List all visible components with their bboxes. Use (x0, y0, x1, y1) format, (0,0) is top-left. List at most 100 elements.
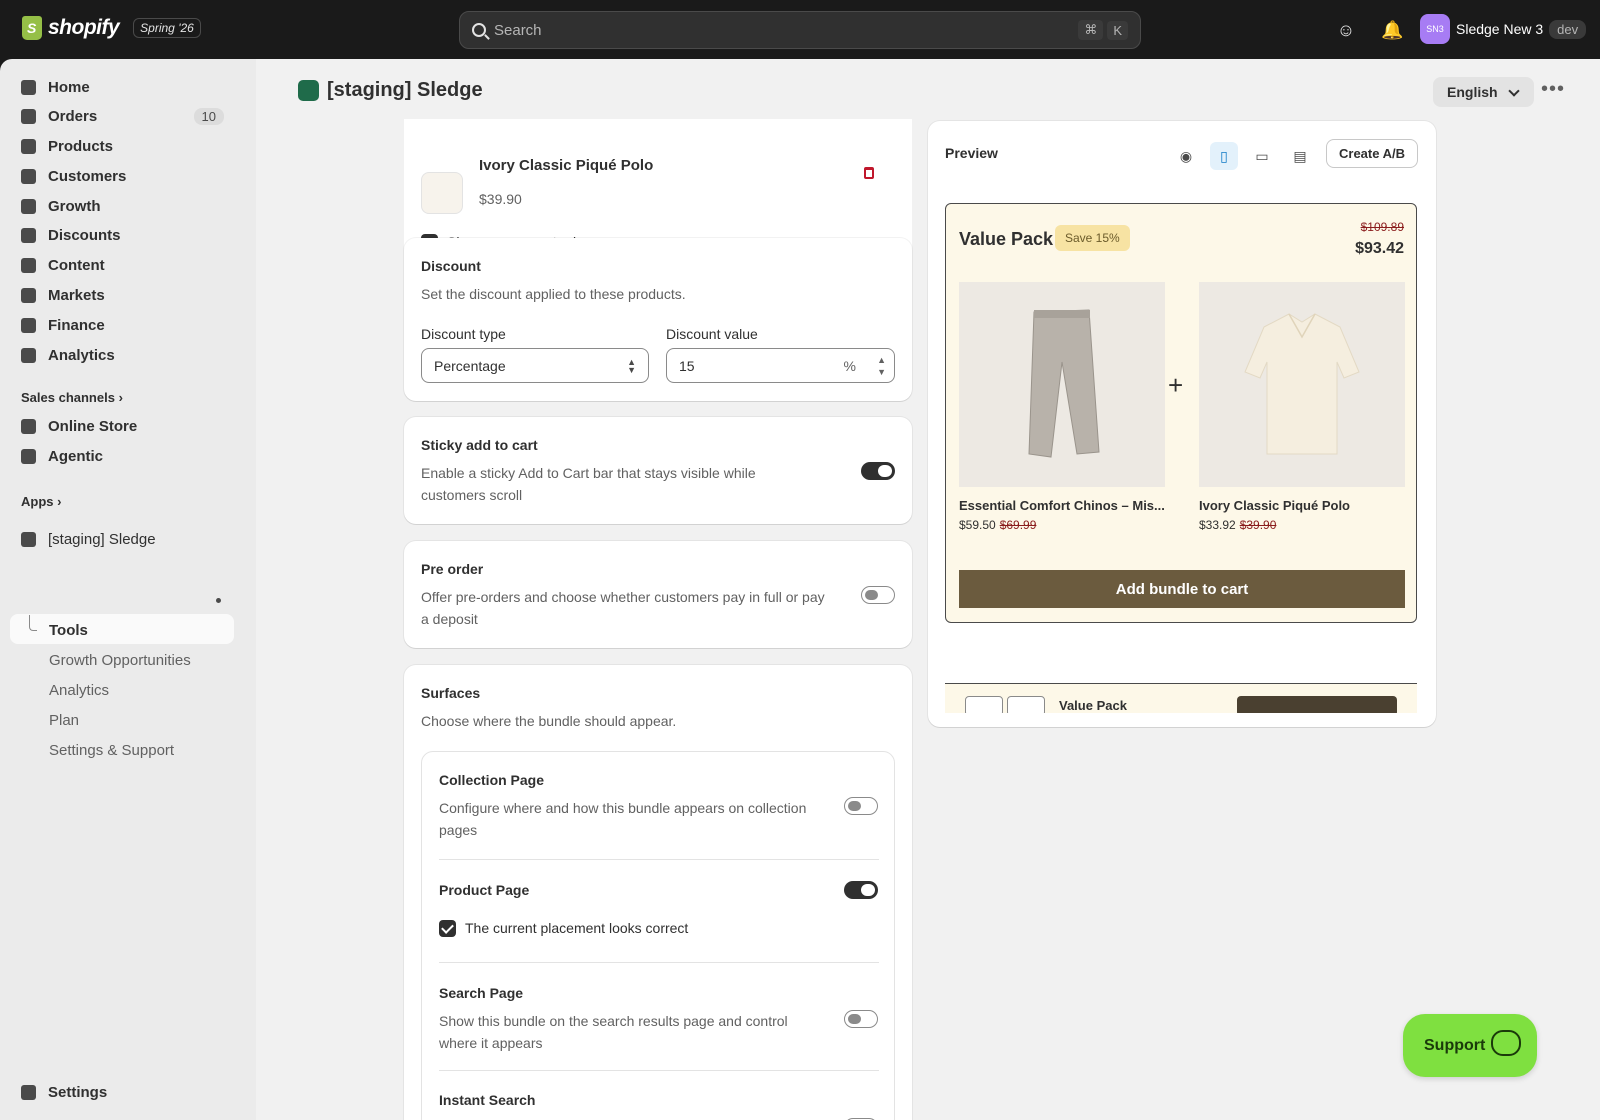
chat-bubble-icon (1491, 1030, 1521, 1056)
sidebar-item-finance[interactable]: Finance (12, 311, 232, 339)
sledge-app-icon (21, 531, 36, 547)
sticky-title: Sticky add to cart (421, 437, 538, 453)
surfaces-desc: Choose where the bundle should appear. (421, 713, 677, 729)
search-input[interactable]: Search ⌘ K (459, 11, 1141, 49)
search-placeholder: Search (494, 21, 542, 39)
sidekick-icon[interactable]: ☺ (1335, 19, 1357, 41)
preorder-card: Pre order Offer pre-orders and choose wh… (404, 541, 912, 648)
account-menu[interactable]: SN3 Sledge New 3 dev (1420, 14, 1587, 44)
account-name: Sledge New 3 (1456, 21, 1544, 37)
desktop-view-icon[interactable]: ▭ (1248, 142, 1276, 170)
sidebar-item-settings-support[interactable]: Settings & Support (49, 742, 174, 759)
stepper-icon[interactable]: ▲ ▼ (877, 354, 886, 378)
sticky-thumb (1007, 696, 1045, 713)
product-page-toggle[interactable] (844, 881, 878, 899)
sidebar-item-app-analytics[interactable]: Analytics (49, 682, 109, 699)
bundle-title: Value Pack (959, 229, 1054, 249)
growth-icon (21, 198, 36, 214)
polo-image[interactable] (1199, 282, 1405, 487)
select-arrows-icon: ▲ ▼ (627, 357, 636, 375)
placement-checkbox[interactable] (439, 920, 456, 937)
sidebar: Home Orders 10 Products Customers Growth … (0, 59, 256, 1120)
sidebar-item-customers[interactable]: Customers (12, 162, 232, 190)
bank-icon (21, 317, 36, 333)
product-price: $39.90 (479, 191, 522, 207)
discount-card: Discount Set the discount applied to the… (404, 238, 912, 401)
discount-type-select[interactable]: Percentage ▲ ▼ (421, 348, 649, 383)
shopify-bag-icon (22, 16, 42, 40)
sidebar-item-settings[interactable]: Settings (12, 1078, 232, 1106)
sidebar-item-markets[interactable]: Markets (12, 281, 232, 309)
chinos-image[interactable] (959, 282, 1165, 487)
tag-icon (21, 138, 36, 154)
mobile-view-icon[interactable]: ▯ (1210, 142, 1238, 170)
bundle-old-total: $109.89 (1360, 220, 1404, 234)
product-1-name: Essential Comfort Chinos – Mis... (959, 498, 1165, 513)
chart-icon (21, 347, 36, 363)
discount-title: Discount (421, 258, 481, 274)
instant-search-title: Instant Search (439, 1092, 536, 1108)
product-2-name: Ivory Classic Piqué Polo (1199, 498, 1350, 513)
discount-desc: Set the discount applied to these produc… (421, 286, 686, 302)
preorder-desc: Offer pre-orders and choose whether cust… (421, 589, 825, 627)
sidebar-item-online-store[interactable]: Online Store (12, 412, 232, 440)
shopify-logo[interactable]: shopify Spring '26 (22, 16, 201, 40)
release-badge[interactable]: Spring '26 (133, 18, 201, 38)
discount-value-input[interactable]: 15 % ▲ ▼ (666, 348, 895, 383)
layout-view-icon[interactable]: ▤ (1286, 142, 1314, 170)
sidebar-item-growth[interactable]: Growth (12, 192, 232, 220)
sidebar-item-growth-opportunities[interactable]: Growth Opportunities (49, 652, 191, 669)
product-page-title: Product Page (439, 882, 530, 898)
sidebar-item-agentic[interactable]: Agentic (12, 442, 232, 470)
product-2-price: $33.92 $39.90 (1199, 518, 1277, 532)
language-select[interactable]: English (1433, 77, 1534, 107)
preorder-toggle[interactable] (861, 586, 895, 604)
discount-type-label: Discount type (421, 326, 506, 342)
collection-page-toggle[interactable] (844, 797, 878, 815)
create-ab-button[interactable]: Create A/B (1326, 139, 1418, 168)
sidebar-item-content[interactable]: Content (12, 251, 232, 279)
sticky-cart-card: Sticky add to cart Enable a sticky Add t… (404, 417, 912, 524)
sidebar-item-products[interactable]: Products (12, 132, 232, 160)
avatar: SN3 (1420, 14, 1450, 44)
sticky-thumb (965, 696, 1003, 713)
sidebar-item-plan[interactable]: Plan (49, 712, 79, 729)
search-page-desc: Show this bundle on the search results p… (439, 1013, 788, 1051)
content-icon (21, 257, 36, 273)
surfaces-list: Collection Page Configure where and how … (421, 751, 895, 1120)
agentic-icon (21, 448, 36, 464)
sidebar-item-orders[interactable]: Orders 10 (12, 102, 232, 130)
sales-channels-header[interactable]: Sales channels › (21, 390, 123, 405)
sidebar-item-tools[interactable] (10, 614, 234, 644)
brand-name: shopify (48, 16, 120, 39)
support-button[interactable]: Support (1403, 1014, 1537, 1077)
placement-label: The current placement looks correct (465, 920, 689, 936)
preview-panel: Preview ◉ ▯ ▭ ▤ Create A/B Value Pack Sa… (928, 121, 1436, 727)
main-content: [staging] Sledge English ••• Ivory Class… (256, 59, 1600, 1120)
sidebar-item-sledge-app[interactable]: [staging] Sledge (12, 525, 232, 553)
chevron-right-icon: › (57, 494, 62, 509)
sticky-desc: Enable a sticky Add to Cart bar that sta… (421, 465, 756, 503)
add-bundle-button[interactable]: Add bundle to cart (959, 570, 1405, 608)
preorder-title: Pre order (421, 561, 484, 577)
collection-page-desc: Configure where and how this bundle appe… (439, 800, 807, 838)
divider (439, 962, 879, 963)
more-actions-icon[interactable]: ••• (1541, 78, 1565, 101)
sidebar-item-tools-label: Tools (49, 622, 88, 639)
sidebar-item-analytics[interactable]: Analytics (12, 341, 232, 369)
divider (439, 1070, 879, 1071)
product-1-price: $59.50 $69.99 (959, 518, 1037, 532)
sledge-logo-icon (298, 80, 319, 101)
bell-icon[interactable]: 🔔 (1381, 19, 1403, 41)
search-page-toggle[interactable] (844, 1010, 878, 1028)
discount-value-label: Discount value (666, 326, 758, 342)
pin-dot-icon (216, 598, 221, 603)
chevron-right-icon: › (118, 390, 123, 405)
sticky-toggle[interactable] (861, 462, 895, 480)
trash-icon[interactable] (864, 167, 874, 179)
sidebar-item-discounts[interactable]: Discounts (12, 221, 232, 249)
surfaces-card: Surfaces Choose where the bundle should … (404, 665, 912, 1120)
sidebar-item-home[interactable]: Home (12, 73, 232, 101)
eye-icon[interactable]: ◉ (1172, 142, 1200, 170)
apps-header[interactable]: Apps › (21, 494, 61, 509)
